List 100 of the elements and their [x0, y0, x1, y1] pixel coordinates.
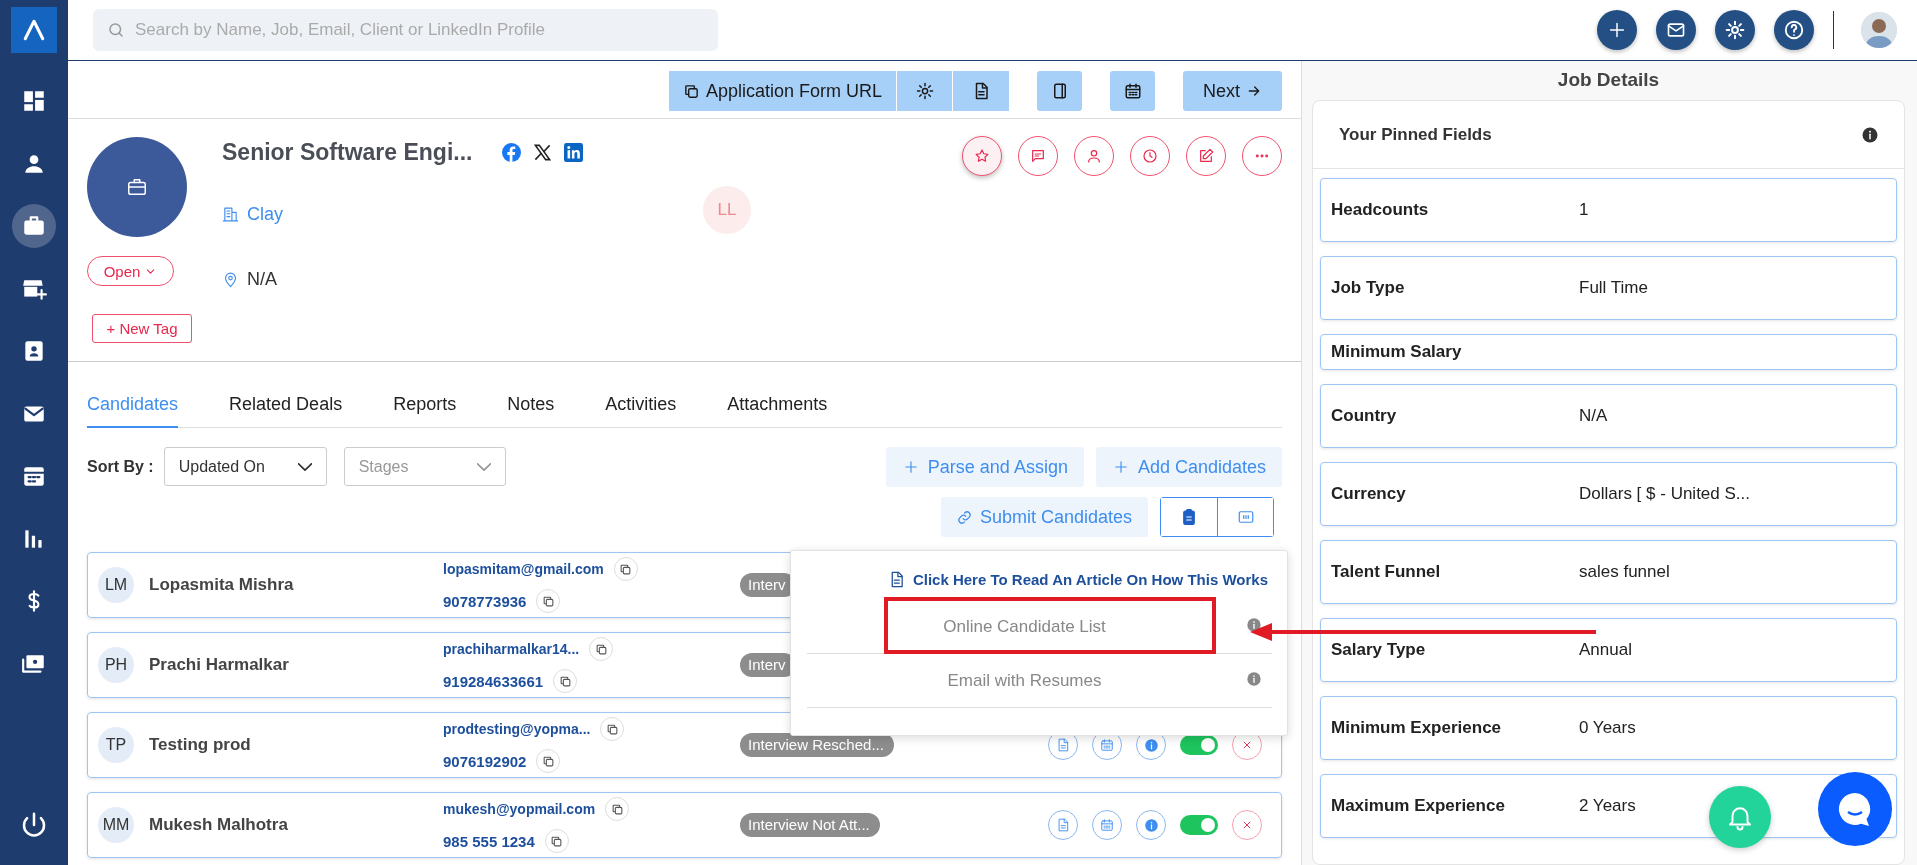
copy-icon [610, 802, 624, 816]
sidebar-item[interactable] [12, 204, 56, 248]
job-title: Senior Software Engi... [222, 139, 473, 166]
toggle-switch[interactable] [1180, 735, 1218, 755]
favorite-button[interactable] [962, 136, 1002, 176]
field-label: Talent Funnel [1331, 562, 1442, 582]
link-icon [956, 509, 972, 525]
add-button[interactable] [1597, 10, 1637, 50]
candidate-email: prachiharmalkar14... [443, 641, 580, 657]
new-tag-button[interactable]: + New Tag [92, 314, 192, 343]
app-logo[interactable] [11, 7, 57, 53]
calendar-icon [1123, 82, 1142, 100]
next-button[interactable]: Next [1183, 71, 1282, 111]
location-pin-icon [222, 271, 239, 288]
field-label: Job Type [1331, 278, 1406, 298]
settings-icon [1725, 20, 1745, 40]
candidate-initials: MM [98, 807, 134, 843]
arrow-right-icon [1246, 83, 1262, 99]
sort-label: Sort By : [87, 458, 154, 476]
edit-button[interactable] [1186, 136, 1226, 176]
dashboard-icon [21, 88, 47, 114]
candidate-initials: PH [98, 647, 134, 683]
briefcase-icon [126, 176, 148, 198]
comment-button[interactable] [1018, 136, 1058, 176]
calendar-icon [1100, 818, 1114, 832]
search-field[interactable]: Search by Name, Job, Email, Client or LinkedIn Profile [93, 9, 718, 51]
copy-button[interactable] [553, 669, 578, 693]
copy-icon [605, 722, 619, 736]
linkedin-icon[interactable] [564, 143, 584, 162]
field-value: Full Time [1579, 278, 1649, 298]
star-icon [974, 148, 990, 164]
candidate-initials: LM [98, 567, 134, 603]
article-link[interactable]: Click Here To Read An Article On How This Works [912, 571, 1268, 588]
chat-icon [1030, 148, 1046, 164]
application-form-url-button[interactable]: Application Form URL [668, 71, 897, 111]
job-location: N/A [247, 269, 277, 290]
copy-icon [558, 674, 572, 688]
tab[interactable]: Attachments [727, 394, 828, 428]
facebook-icon[interactable] [502, 143, 522, 162]
mail-button[interactable] [1656, 10, 1696, 50]
info-icon [1861, 125, 1879, 144]
document-icon [1056, 738, 1070, 752]
toggle-switch[interactable] [1180, 815, 1218, 835]
field-label: Currency [1331, 484, 1407, 504]
status-dropdown[interactable]: Open [87, 256, 174, 286]
info-icon [1246, 671, 1262, 687]
clock-icon [1142, 148, 1158, 164]
info-icon [1143, 817, 1159, 833]
tab[interactable]: Reports [393, 394, 457, 428]
copy-button[interactable] [589, 637, 614, 661]
candidate-name: Prachi Harmalkar [149, 655, 290, 675]
info-icon [1246, 617, 1262, 633]
history-button[interactable] [1130, 136, 1170, 176]
copy-button[interactable] [605, 797, 630, 821]
copy-button[interactable] [613, 557, 638, 581]
candidate-phone: 9076192902 [443, 752, 527, 770]
tab[interactable]: Notes [507, 394, 555, 428]
field-value: 0 Years [1579, 718, 1637, 738]
candidate-email: mukesh@yopmail.com [443, 801, 596, 817]
field-value: sales funnel [1579, 562, 1671, 582]
x-icon[interactable] [533, 143, 553, 162]
candidate-card[interactable]: MM Mukesh Malhotra mukesh@yopmail.com 985 555 1234 Interview Not Att... [87, 792, 1282, 858]
tab[interactable]: Activities [605, 394, 677, 428]
settings-icon [915, 82, 934, 100]
tab[interactable]: Related Deals [229, 394, 343, 428]
copy-button[interactable] [536, 589, 561, 613]
field-label: Minimum Experience [1331, 718, 1503, 738]
panel-button[interactable] [1037, 71, 1082, 111]
search-icon [107, 21, 125, 39]
help-button[interactable] [1774, 10, 1814, 50]
field-value: 2 Years [1579, 796, 1637, 816]
mail-icon [1666, 20, 1686, 40]
stage-pill: Interview Not Att... [740, 813, 880, 837]
field-value: N/A [1579, 406, 1609, 426]
panel-title: Job Details [1556, 69, 1661, 91]
candidate-email: prodtesting@yopma... [443, 721, 591, 737]
chevron-down-icon [297, 462, 312, 471]
menu-item[interactable]: Email with Resumes [947, 670, 1102, 691]
user-avatar[interactable] [1861, 12, 1897, 48]
copy-icon [550, 834, 564, 848]
copy-button[interactable] [536, 749, 561, 773]
building-icon [222, 206, 239, 223]
field-value: Dollars [ $ - United S... [1579, 484, 1751, 504]
view-toggle[interactable] [1217, 498, 1273, 536]
more-button[interactable] [1242, 136, 1282, 176]
assign-user-button[interactable] [1074, 136, 1114, 176]
copy-button[interactable] [544, 829, 569, 853]
candidate-phone: 919284633661 [443, 672, 544, 690]
clipboard-icon [1180, 508, 1198, 526]
copy-icon [541, 594, 555, 608]
copy-icon [594, 642, 608, 656]
sort-dropdown[interactable]: Updated On [163, 447, 327, 486]
info-button[interactable] [1136, 810, 1166, 840]
calendar-button[interactable] [1110, 71, 1155, 111]
candidate-name: Lopasmita Mishra [149, 575, 295, 595]
calendar-icon [1100, 738, 1114, 752]
user-icon [1086, 148, 1102, 164]
document-icon [1056, 818, 1070, 832]
settings-button[interactable] [1715, 10, 1755, 50]
copy-button[interactable] [600, 717, 625, 741]
